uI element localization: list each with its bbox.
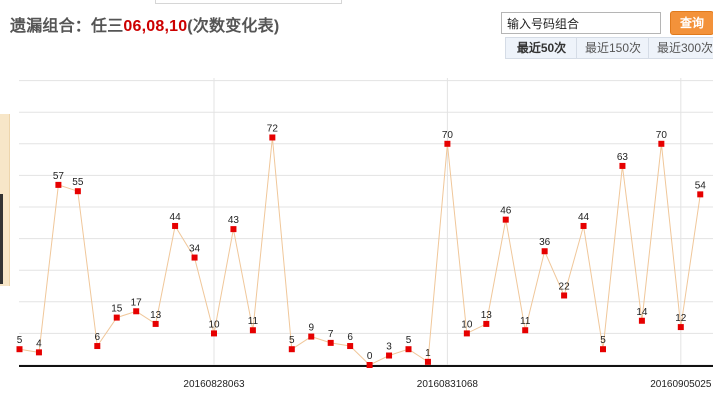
data-label: 4 bbox=[36, 338, 42, 349]
data-point[interactable] bbox=[541, 248, 548, 255]
data-point[interactable] bbox=[113, 314, 120, 321]
data-point[interactable] bbox=[230, 226, 237, 233]
data-label: 22 bbox=[559, 281, 571, 292]
data-point[interactable] bbox=[502, 216, 509, 223]
data-point[interactable] bbox=[133, 308, 140, 315]
data-point[interactable] bbox=[386, 352, 393, 359]
data-point[interactable] bbox=[619, 162, 626, 169]
data-label: 9 bbox=[308, 323, 314, 334]
data-point[interactable] bbox=[172, 222, 179, 229]
data-label: 12 bbox=[675, 313, 687, 324]
data-point[interactable] bbox=[269, 134, 276, 141]
data-point[interactable] bbox=[288, 346, 295, 353]
data-label: 10 bbox=[461, 319, 473, 330]
data-point[interactable] bbox=[561, 292, 568, 299]
data-point[interactable] bbox=[308, 333, 315, 340]
points-layer: 5 457556151713443410431172597 603517010134… bbox=[16, 123, 707, 368]
data-label: 17 bbox=[131, 297, 143, 308]
data-point[interactable] bbox=[327, 339, 334, 346]
x-tick-label: 20160905025 bbox=[650, 379, 712, 390]
data-label: 44 bbox=[578, 212, 590, 223]
data-label: 72 bbox=[267, 123, 279, 134]
data-label: 5 bbox=[406, 335, 412, 346]
data-label: 7 bbox=[328, 329, 334, 340]
data-label: 0 bbox=[367, 351, 373, 362]
data-point[interactable] bbox=[463, 330, 470, 337]
tick-labels-layer: 20160828063 20160831068 20160905025 bbox=[183, 379, 711, 390]
data-label: 5 bbox=[600, 335, 606, 346]
data-point[interactable] bbox=[249, 327, 256, 334]
data-point[interactable] bbox=[522, 327, 529, 334]
data-point[interactable] bbox=[347, 343, 354, 350]
data-point[interactable] bbox=[444, 140, 451, 147]
data-label: 55 bbox=[72, 177, 84, 188]
data-label: 11 bbox=[248, 316, 259, 327]
data-label: 63 bbox=[617, 152, 629, 163]
data-point[interactable] bbox=[191, 254, 198, 261]
data-point[interactable] bbox=[424, 358, 431, 365]
data-label: 70 bbox=[442, 130, 454, 141]
data-point[interactable] bbox=[152, 320, 159, 327]
data-label: 5 bbox=[17, 335, 23, 346]
series-line bbox=[19, 137, 701, 366]
x-tick-label: 20160831068 bbox=[417, 379, 479, 390]
data-point[interactable] bbox=[16, 346, 23, 353]
data-point[interactable] bbox=[483, 320, 490, 327]
data-label: 11 bbox=[520, 316, 531, 327]
data-point[interactable] bbox=[366, 362, 373, 368]
data-label: 14 bbox=[636, 307, 648, 318]
data-label: 46 bbox=[500, 206, 512, 217]
data-point[interactable] bbox=[677, 324, 684, 331]
data-label: 5 bbox=[289, 335, 295, 346]
data-point[interactable] bbox=[580, 222, 587, 229]
data-label: 54 bbox=[695, 180, 707, 191]
data-point[interactable] bbox=[211, 330, 217, 337]
data-label: 43 bbox=[228, 215, 240, 226]
data-label: 10 bbox=[208, 319, 220, 330]
data-point[interactable] bbox=[94, 343, 101, 350]
data-label: 70 bbox=[656, 130, 668, 141]
data-label: 13 bbox=[481, 310, 493, 321]
data-point[interactable] bbox=[600, 346, 606, 353]
data-label: 57 bbox=[53, 171, 65, 182]
data-label: 6 bbox=[347, 332, 353, 343]
data-label: 36 bbox=[539, 237, 551, 248]
data-point[interactable] bbox=[638, 317, 645, 324]
data-point[interactable] bbox=[697, 191, 704, 198]
data-label: 34 bbox=[189, 244, 201, 255]
data-label: 13 bbox=[150, 310, 162, 321]
data-label: 6 bbox=[95, 332, 101, 343]
data-label: 15 bbox=[111, 304, 123, 315]
data-point[interactable] bbox=[405, 346, 412, 353]
grid-layer bbox=[19, 78, 713, 366]
data-point[interactable] bbox=[55, 181, 62, 188]
x-tick-label: 20160828063 bbox=[183, 379, 245, 390]
data-point[interactable] bbox=[658, 140, 665, 147]
data-label: 44 bbox=[170, 212, 182, 223]
data-label: 1 bbox=[425, 348, 431, 359]
data-point[interactable] bbox=[74, 188, 81, 195]
data-label: 3 bbox=[386, 342, 392, 353]
line-chart: 5 457556151713443410431172597 603517010134… bbox=[16, 78, 713, 390]
data-point[interactable] bbox=[35, 349, 42, 356]
